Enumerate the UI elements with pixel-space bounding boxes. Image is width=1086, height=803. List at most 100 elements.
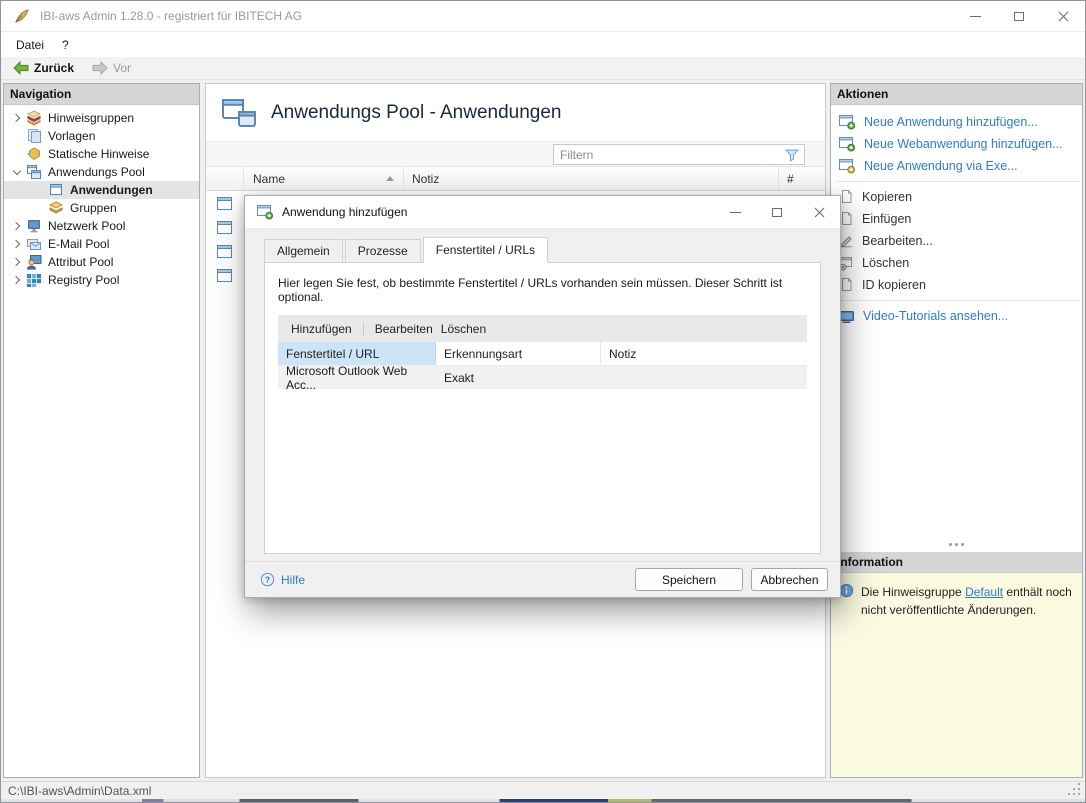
nav-label: Gruppen — [70, 201, 117, 215]
nav-label: Netzwerk Pool — [48, 219, 125, 233]
actions-list: Neue Anwendung hinzufügen... Neue Webanw… — [831, 105, 1082, 327]
action-kopieren[interactable]: Kopieren — [831, 186, 1082, 208]
action-label: Neue Webanwendung hinzufügen... — [864, 137, 1063, 151]
nav-item-netzwerk-pool[interactable]: Netzwerk Pool — [4, 217, 199, 235]
resize-grip[interactable] — [1078, 793, 1080, 795]
menu-help[interactable]: ? — [53, 32, 78, 57]
window-add-icon — [838, 136, 856, 152]
filter-field — [553, 144, 805, 165]
collapse-chevron[interactable] — [10, 168, 24, 177]
email-pool-icon — [26, 236, 42, 252]
navigation-header: Navigation — [4, 84, 199, 105]
window-title: IBI-aws Admin 1.28.0 - registriert für I… — [40, 9, 953, 23]
minimize-icon — [730, 212, 741, 213]
window-add-icon — [256, 204, 274, 220]
app-window-icon — [216, 268, 233, 283]
action-label: Neue Anwendung via Exe... — [864, 159, 1018, 173]
url-table-row[interactable]: Microsoft Outlook Web Acc... Exakt — [278, 366, 807, 389]
maximize-button[interactable] — [997, 1, 1041, 32]
speichern-button[interactable]: Speichern — [635, 568, 743, 591]
hinweisgruppen-icon — [26, 110, 42, 126]
forward-button[interactable]: Vor — [88, 57, 135, 79]
column-header-count[interactable]: # — [779, 167, 825, 190]
main-header: Anwendungs Pool - Anwendungen — [206, 84, 825, 141]
nav-label: Registry Pool — [48, 273, 119, 287]
attribut-pool-icon — [26, 254, 42, 270]
hinzufuegen-button[interactable]: Hinzufügen — [287, 322, 356, 336]
action-label: Neue Anwendung hinzufügen... — [864, 115, 1038, 129]
tab-allgemein[interactable]: Allgemein — [264, 239, 343, 262]
statische-hinweise-icon — [26, 146, 42, 162]
dialog-maximize-button[interactable] — [756, 196, 798, 229]
nav-item-registry-pool[interactable]: Registry Pool — [4, 271, 199, 289]
menubar: Datei ? — [1, 32, 1085, 57]
column-header-notiz[interactable]: Notiz — [404, 167, 779, 190]
svg-text:?: ? — [265, 575, 270, 585]
close-button[interactable] — [1041, 1, 1085, 32]
action-label: ID kopieren — [862, 278, 926, 292]
app-window-icon — [216, 244, 233, 259]
action-loeschen[interactable]: Löschen — [831, 252, 1082, 274]
expand-chevron[interactable] — [10, 259, 24, 265]
tab-fenstertitel-urls[interactable]: Fenstertitel / URLs — [423, 237, 548, 263]
abbrechen-button[interactable]: Abbrechen — [751, 568, 828, 591]
column-header-name[interactable]: Name — [244, 167, 404, 190]
action-neue-anwendung[interactable]: Neue Anwendung hinzufügen... — [831, 111, 1082, 133]
dialog-tab-pane: Hier legen Sie fest, ob bestimmte Fenste… — [264, 262, 821, 554]
action-bearbeiten[interactable]: Bearbeiten... — [831, 230, 1082, 252]
anwendungen-icon — [48, 182, 64, 198]
anwendungs-pool-icon — [26, 164, 42, 180]
expand-chevron[interactable] — [10, 241, 24, 247]
default-group-link[interactable]: Default — [965, 585, 1003, 599]
action-neue-webanwendung[interactable]: Neue Webanwendung hinzufügen... — [831, 133, 1082, 155]
expand-chevron[interactable] — [10, 223, 24, 229]
nav-item-anwendungs-pool[interactable]: Anwendungs Pool — [4, 163, 199, 181]
dialog-minimize-button[interactable] — [714, 196, 756, 229]
dialog-close-button[interactable] — [798, 196, 840, 229]
minimize-icon — [970, 16, 981, 17]
icon-column-header[interactable] — [206, 167, 244, 190]
funnel-icon[interactable] — [784, 148, 800, 162]
nav-label: Vorlagen — [48, 129, 95, 143]
minimize-button[interactable] — [953, 1, 997, 32]
maximize-icon — [1014, 12, 1024, 21]
nav-label: Statische Hinweise — [48, 147, 149, 161]
action-einfuegen[interactable]: Einfügen — [831, 208, 1082, 230]
nav-item-anwendungen[interactable]: Anwendungen — [4, 181, 199, 199]
nav-label: Attribut Pool — [48, 255, 113, 269]
expand-chevron[interactable] — [10, 115, 24, 121]
panel-splitter[interactable] — [831, 540, 1082, 548]
action-neue-anwendung-via-exe[interactable]: Neue Anwendung via Exe... — [831, 155, 1082, 177]
titlebar: IBI-aws Admin 1.28.0 - registriert für I… — [1, 1, 1085, 32]
column-header-notiz[interactable]: Notiz — [601, 342, 807, 365]
expand-chevron[interactable] — [10, 277, 24, 283]
back-button[interactable]: Zurück — [9, 57, 78, 79]
bearbeiten-button[interactable]: Bearbeiten — [371, 322, 437, 336]
back-arrow-icon — [13, 61, 29, 75]
splitter-dots-icon — [949, 543, 952, 546]
nav-item-gruppen[interactable]: Gruppen — [4, 199, 199, 217]
help-link[interactable]: ? Hilfe — [260, 572, 305, 587]
nav-item-statische-hinweise[interactable]: Statische Hinweise — [4, 145, 199, 163]
nav-item-vorlagen[interactable]: Vorlagen — [4, 127, 199, 145]
loeschen-button[interactable]: Löschen — [437, 322, 490, 336]
window-add-exe-icon — [838, 158, 856, 174]
column-header-fenstertitel-url[interactable]: Fenstertitel / URL — [278, 342, 436, 365]
filter-input[interactable] — [554, 146, 784, 163]
nav-item-email-pool[interactable]: E-Mail Pool — [4, 235, 199, 253]
tab-prozesse[interactable]: Prozesse — [345, 239, 421, 262]
action-id-kopieren[interactable]: ID kopieren — [831, 274, 1082, 296]
menu-datei[interactable]: Datei — [7, 32, 53, 57]
action-video-tutorials[interactable]: Video-Tutorials ansehen... — [831, 305, 1082, 327]
info-text-before: Die Hinweisgruppe — [861, 585, 965, 599]
dialog-titlebar: Anwendung hinzufügen — [245, 196, 840, 229]
desktop-edge-strip — [1, 799, 1085, 802]
column-header-erkennungsart[interactable]: Erkennungsart — [436, 342, 601, 365]
app-window-icon — [216, 196, 233, 211]
column-label: Name — [253, 172, 285, 186]
nav-item-hinweisgruppen[interactable]: Hinweisgruppen — [4, 109, 199, 127]
gruppen-icon — [48, 200, 64, 216]
action-label: Video-Tutorials ansehen... — [863, 309, 1008, 323]
column-label: # — [787, 172, 794, 186]
nav-item-attribut-pool[interactable]: Attribut Pool — [4, 253, 199, 271]
